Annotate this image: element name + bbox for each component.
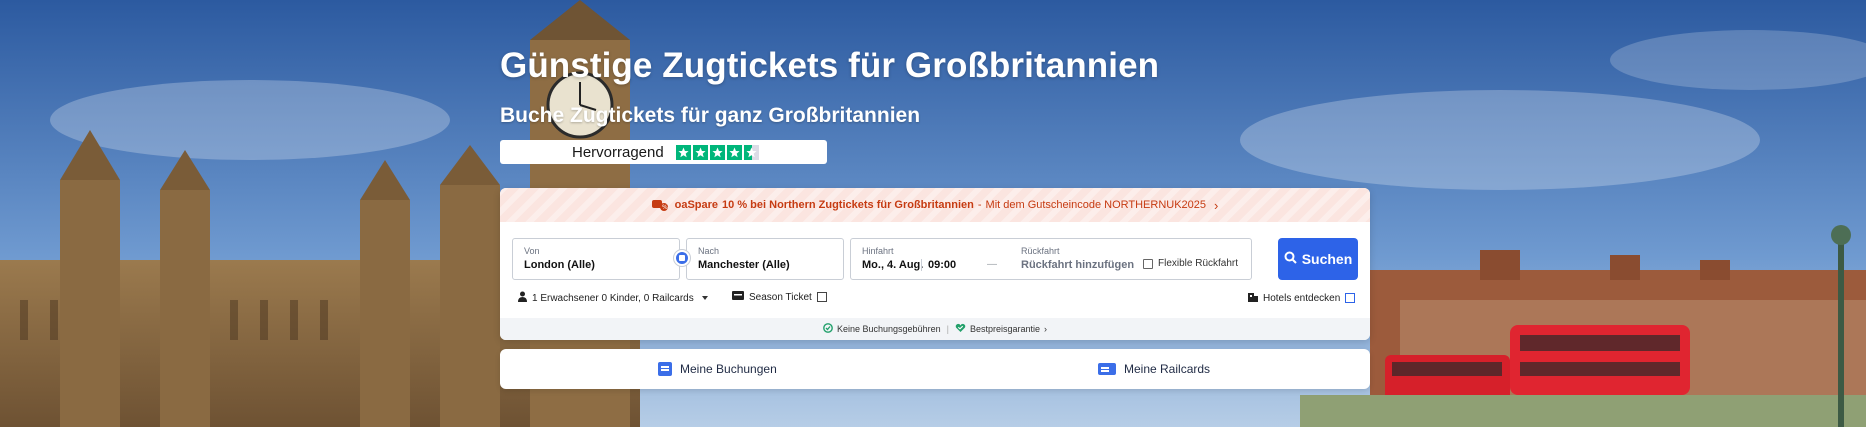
shield-check-icon — [823, 323, 833, 335]
svg-text:%: % — [662, 204, 668, 211]
no-fees-item: Keine Buchungsgebühren — [823, 323, 941, 335]
destination-value: Manchester (Alle) — [698, 259, 790, 271]
promo-detail: Mit dem Gutscheincode NORTHERNUK2025 — [985, 199, 1207, 211]
dates-field[interactable]: Hinfahrt Mo., 4. Aug. 09:00 — Rückfahrt … — [850, 238, 1252, 280]
search-button[interactable]: Suchen — [1278, 238, 1358, 280]
star-icon — [692, 144, 708, 160]
search-icon — [1284, 251, 1297, 267]
bookings-icon — [658, 362, 672, 376]
train-percent-icon: % — [651, 199, 668, 211]
account-links: Meine Buchungen Meine Railcards — [500, 349, 1370, 389]
origin-label: Von — [524, 246, 540, 256]
railcard-icon — [1098, 363, 1116, 375]
star-icon — [726, 144, 742, 160]
promo-banner[interactable]: % oaSpare 10 % bei Northern Zugtickets f… — [500, 188, 1370, 222]
star-icon — [675, 144, 691, 160]
my-bookings-label: Meine Buchungen — [680, 362, 777, 376]
return-label: Rückfahrt — [1021, 246, 1060, 256]
outbound-time[interactable]: 09:00 — [921, 259, 956, 271]
outbound-date[interactable]: Mo., 4. Aug. — [862, 259, 923, 271]
hotels-checkbox[interactable] — [1345, 293, 1356, 303]
promo-brand: oaSpare — [674, 199, 719, 211]
no-fees-label: Keine Buchungsgebühren — [837, 324, 941, 334]
my-bookings-link[interactable]: Meine Buchungen — [658, 349, 777, 389]
rating-stars — [675, 144, 759, 160]
best-price-label: Bestpreisgarantie — [969, 324, 1040, 334]
destination-label: Nach — [698, 246, 720, 256]
promo-separator: - — [977, 199, 982, 211]
flexible-return-option[interactable]: Flexible Rückfahrt — [1143, 258, 1238, 269]
hotels-label: Hotels entdecken — [1263, 292, 1341, 304]
season-ticket-checkbox[interactable] — [816, 292, 827, 302]
passenger-summary: 1 Erwachsener 0 Kinder, 0 Railcards — [532, 292, 694, 304]
ticket-icon — [732, 291, 744, 303]
search-card: % oaSpare 10 % bei Northern Zugtickets f… — [500, 188, 1370, 340]
best-price-item[interactable]: Bestpreisgarantie › — [955, 323, 1047, 335]
hotel-icon — [1248, 291, 1258, 305]
flexible-return-checkbox[interactable] — [1143, 258, 1153, 269]
destination-field[interactable]: Nach Manchester (Alle) — [686, 238, 844, 280]
season-ticket-label: Season Ticket — [749, 291, 812, 303]
date-separator: — — [987, 259, 997, 270]
heart-check-icon — [955, 323, 966, 335]
promo-headline: 10 % bei Northern Zugtickets für Großbri… — [722, 199, 974, 211]
origin-value: London (Alle) — [524, 259, 595, 271]
trustpilot-rating[interactable]: Hervorragend — [500, 140, 827, 164]
flexible-return-label: Flexible Rückfahrt — [1158, 258, 1239, 269]
season-ticket-option[interactable]: Season Ticket — [732, 291, 827, 303]
swap-icon — [676, 252, 688, 264]
chevron-down-icon — [701, 296, 708, 300]
my-railcards-link[interactable]: Meine Railcards — [1098, 349, 1210, 389]
swap-button[interactable] — [673, 249, 691, 267]
hotels-option[interactable]: Hotels entdecken — [1248, 291, 1356, 305]
guarantee-separator: | — [946, 324, 949, 334]
passenger-selector[interactable]: 1 Erwachsener 0 Kinder, 0 Railcards — [518, 291, 708, 305]
page-subtitle: Buche Zugtickets für ganz Großbritannien — [500, 104, 921, 127]
guarantee-bar: Keine Buchungsgebühren | Bestpreisgarant… — [500, 318, 1370, 340]
search-options: 1 Erwachsener 0 Kinder, 0 Railcards Seas… — [518, 291, 1356, 307]
outbound-label: Hinfahrt — [862, 246, 894, 256]
half-star-icon — [743, 144, 759, 160]
add-return-button[interactable]: Rückfahrt hinzufügen — [1021, 259, 1134, 271]
star-icon — [709, 144, 725, 160]
search-button-label: Suchen — [1301, 251, 1353, 267]
chevron-right-icon: › — [1214, 197, 1219, 213]
page-title: Günstige Zugtickets für Großbritannien — [500, 46, 1160, 85]
search-fields: Von London (Alle) Nach Manchester (Alle)… — [512, 238, 1358, 280]
chevron-right-icon: › — [1043, 324, 1047, 334]
rating-label: Hervorragend — [572, 143, 664, 161]
person-icon — [518, 291, 527, 305]
my-railcards-label: Meine Railcards — [1124, 362, 1211, 376]
origin-field[interactable]: Von London (Alle) — [512, 238, 680, 280]
